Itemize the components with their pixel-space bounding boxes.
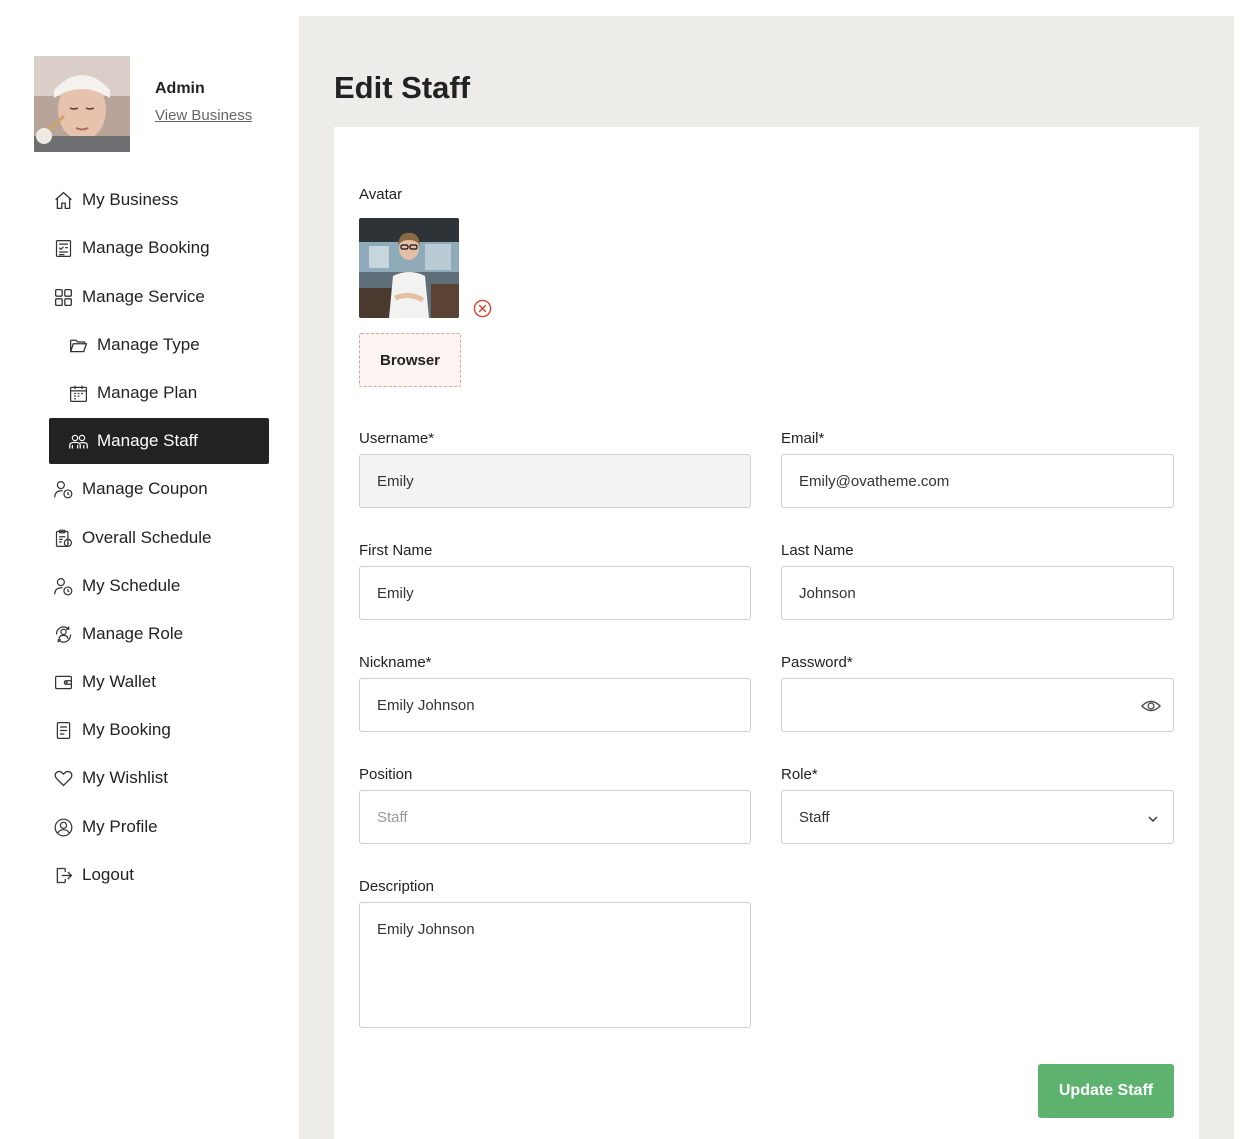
last-name-label: Last Name [781,542,854,559]
sidebar-item-manage-service[interactable]: Manage Service [49,274,269,320]
sidebar-item-label: Manage Staff [97,431,198,450]
nickname-field[interactable]: Emily Johnson [359,678,751,732]
description-label: Description [359,878,435,895]
sidebar-item-my-business[interactable]: My Business [49,177,269,223]
email-label: Email* [781,430,825,447]
sidebar-item-label: Manage Coupon [82,479,208,498]
role-label: Role* [781,766,818,783]
grid-icon [53,287,74,308]
sidebar-item-label: My Wallet [82,672,156,691]
position-label: Position [359,766,413,783]
sidebar-item-label: Manage Plan [97,383,198,402]
email-field[interactable]: Emily@ovatheme.com [781,454,1174,508]
sidebar-item-my-schedule[interactable]: My Schedule [49,563,269,609]
sidebar-item-label: My Business [82,190,179,209]
position-placeholder: Staff [377,808,408,826]
password-field[interactable] [781,678,1174,732]
first-name-field[interactable]: Emily [359,566,751,620]
calendar-icon [68,383,89,404]
avatar-label: Avatar [359,186,403,203]
sidebar-item-label: Manage Role [82,624,184,643]
last-name-field[interactable]: Johnson [781,566,1174,620]
staff-avatar-image [359,218,459,318]
description-textarea[interactable]: Emily Johnson [359,902,751,1028]
profile-icon [53,817,74,838]
sidebar-item-label: Logout [82,865,134,884]
profile-name: Admin [155,80,205,97]
nickname-value: Emily Johnson [377,696,475,714]
sidebar-item-my-profile[interactable]: My Profile [49,804,269,850]
sidebar-item-label: My Profile [82,817,158,836]
sidebar-item-label: My Wishlist [82,768,168,787]
user-clock-icon [53,576,74,597]
document-icon [53,720,74,741]
remove-avatar-icon[interactable] [473,299,492,318]
sidebar-item-label: My Booking [82,720,171,739]
role-select[interactable]: Staff [781,790,1174,844]
heart-icon [53,768,74,789]
chevron-down-icon [1147,812,1159,824]
first-name-value: Emily [377,584,414,602]
sidebar-item-label: Manage Booking [82,238,210,257]
view-business-link[interactable]: View Business [155,107,252,124]
sidebar-item-my-booking[interactable]: My Booking [49,707,269,753]
sidebar-item-my-wallet[interactable]: My Wallet [49,659,269,705]
user-clock-icon [53,479,74,500]
clipboard-clock-icon [53,528,74,549]
sidebar-item-label: Manage Service [82,287,205,306]
position-field[interactable]: Staff [359,790,751,844]
sidebar-item-my-wishlist[interactable]: My Wishlist [49,755,269,801]
sidebar-item-manage-booking[interactable]: Manage Booking [49,225,269,271]
description-value: Emily Johnson [377,921,475,938]
logout-icon [53,865,74,886]
sidebar-item-manage-staff[interactable]: Manage Staff [49,418,269,464]
sidebar-item-manage-coupon[interactable]: Manage Coupon [49,466,269,512]
user-cycle-icon [53,624,74,645]
username-value: Emily [377,472,414,490]
email-value: Emily@ovatheme.com [799,472,950,490]
profile-avatar[interactable] [34,56,130,152]
folder-icon [68,335,89,356]
sidebar-item-manage-type[interactable]: Manage Type [49,322,269,368]
last-name-value: Johnson [799,584,856,602]
first-name-label: First Name [359,542,433,559]
sidebar-item-label: Overall Schedule [82,528,212,547]
role-value: Staff [799,808,830,826]
users-icon [68,431,89,452]
sidebar-item-overall-schedule[interactable]: Overall Schedule [49,515,269,561]
browser-button[interactable]: Browser [359,333,461,387]
username-label: Username* [359,430,435,447]
booking-icon [53,238,74,259]
update-staff-button[interactable]: Update Staff [1038,1064,1174,1118]
wallet-icon [53,672,74,693]
home-icon [53,190,74,211]
sidebar-item-label: My Schedule [82,576,181,595]
nickname-label: Nickname* [359,654,432,671]
sidebar-item-logout[interactable]: Logout [49,852,269,898]
page-title: Edit Staff [334,70,471,105]
sidebar-item-label: Manage Type [97,335,200,354]
sidebar-item-manage-plan[interactable]: Manage Plan [49,370,269,416]
password-label: Password* [781,654,853,671]
show-password-eye-icon[interactable] [1141,697,1161,715]
username-field[interactable]: Emily [359,454,751,508]
sidebar-item-manage-role[interactable]: Manage Role [49,611,269,657]
